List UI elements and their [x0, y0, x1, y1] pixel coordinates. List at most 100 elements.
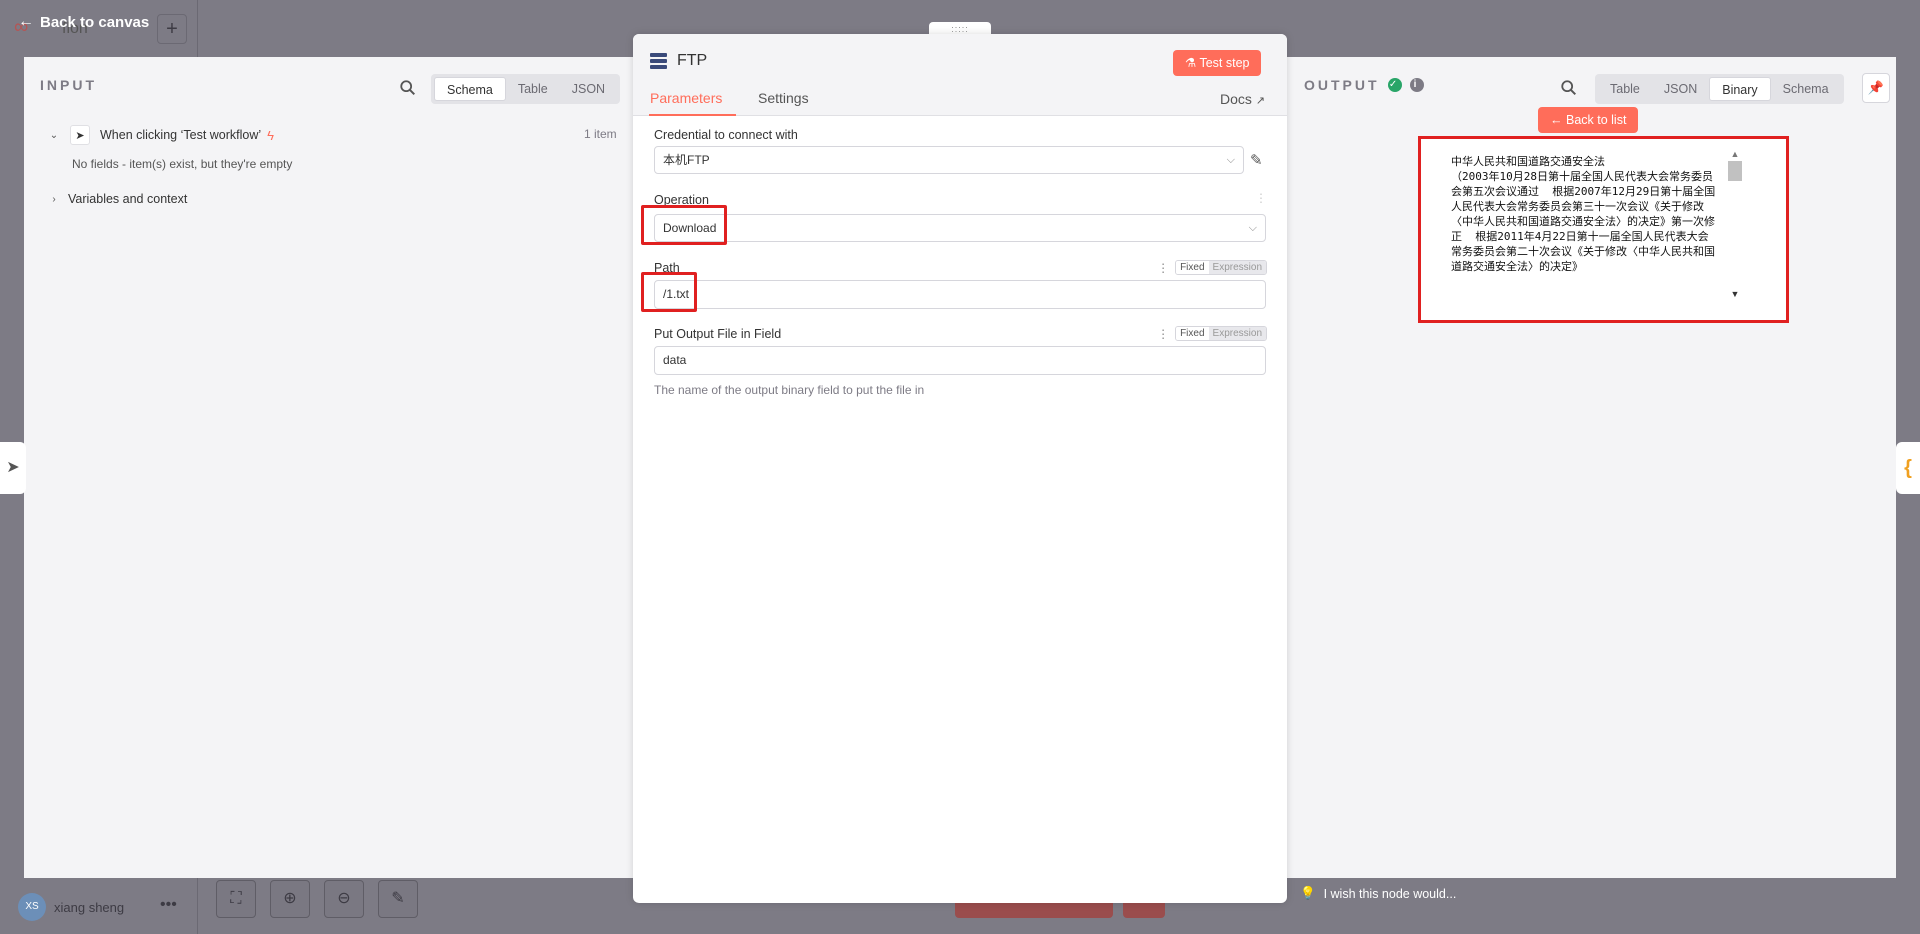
input-view-switch: Schema Table JSON: [431, 74, 621, 104]
node-title[interactable]: FTP: [677, 52, 707, 70]
back-to-list-button[interactable]: ← Back to list: [1538, 107, 1639, 133]
input-view-json[interactable]: JSON: [560, 77, 617, 101]
trigger-node-label: When clicking ‘Test workflow’: [100, 128, 262, 142]
output-panel-toggle[interactable]: {: [1896, 442, 1920, 494]
output-title: OUTPUT: [1304, 77, 1380, 93]
fixed-expression-toggle[interactable]: Fixed Expression: [1175, 260, 1267, 275]
external-link-icon: ↗: [1255, 95, 1266, 107]
scroll-down-icon[interactable]: ▼: [1727, 289, 1743, 299]
input-view-schema[interactable]: Schema: [434, 77, 506, 101]
chevron-down-icon[interactable]: ⌄: [48, 130, 60, 141]
edit-credential-icon[interactable]: ✎: [1250, 151, 1263, 169]
trigger-node-row[interactable]: ⌄ ➤ When clicking ‘Test workflow’ ϟ: [48, 125, 274, 145]
lightbulb-icon: 💡: [1300, 886, 1316, 900]
variables-row[interactable]: › Variables and context: [48, 192, 187, 206]
lightning-icon: ϟ: [267, 127, 275, 143]
output-field-mode-toggle: ⋮ Fixed Expression: [1157, 326, 1267, 341]
fullscreen-icon: ⛶: [230, 890, 242, 907]
tidy-up-button[interactable]: ✎: [378, 880, 418, 918]
arrow-left-icon: ←: [1550, 113, 1566, 127]
zoom-out-button[interactable]: ⊖: [324, 880, 364, 918]
back-to-canvas-button[interactable]: ← Back to canvas: [18, 13, 149, 31]
output-field-input[interactable]: data: [654, 346, 1266, 375]
more-options-icon[interactable]: •••: [160, 896, 177, 914]
input-panel: INPUT Schema Table JSON ⌄ ➤ When clickin…: [24, 57, 634, 878]
tab-parameters[interactable]: Parameters: [649, 90, 737, 116]
user-name: xiang sheng: [54, 899, 125, 915]
input-title: INPUT: [40, 77, 97, 93]
credential-value: 本机FTP: [663, 153, 710, 167]
node-title-row: FTP: [650, 52, 707, 70]
test-step-button[interactable]: ⚗ Test step: [1173, 50, 1262, 76]
docs-label: Docs: [1220, 91, 1252, 107]
credential-label: Credential to connect with: [654, 128, 798, 142]
empty-fields-message: No fields - item(s) exist, but they're e…: [72, 157, 293, 171]
mode-fixed[interactable]: Fixed: [1176, 261, 1209, 274]
credential-select[interactable]: 本机FTP ⌵: [654, 146, 1244, 174]
output-view-switch: Table JSON Binary Schema: [1595, 74, 1844, 104]
output-field-label: Put Output File in Field: [654, 327, 782, 341]
zoom-in-button[interactable]: ⊕: [270, 880, 310, 918]
cursor-icon: ➤: [6, 459, 20, 476]
add-workflow-button[interactable]: +: [157, 14, 187, 44]
operation-options: ⋮: [1255, 191, 1267, 205]
feedback-link[interactable]: 💡 I wish this node would...: [1300, 886, 1456, 901]
flask-icon: ⚗: [1185, 56, 1200, 70]
output-view-table[interactable]: Table: [1598, 77, 1652, 101]
docs-link[interactable]: Docs ↗: [1220, 91, 1265, 107]
kebab-menu-icon[interactable]: ⋮: [1157, 327, 1169, 341]
server-icon: [650, 52, 667, 70]
output-field-value: data: [663, 353, 687, 367]
chevron-down-icon: ⌵: [1226, 154, 1235, 166]
cursor-icon: ➤: [70, 125, 90, 145]
output-field-hint: The name of the output binary field to p…: [654, 383, 925, 397]
fixed-expression-toggle[interactable]: Fixed Expression: [1175, 326, 1267, 341]
zoom-out-icon: ⊖: [337, 890, 351, 907]
search-icon[interactable]: [1560, 79, 1578, 97]
path-mode-toggle: ⋮ Fixed Expression: [1157, 260, 1267, 275]
mode-fixed[interactable]: Fixed: [1176, 327, 1209, 340]
input-view-table[interactable]: Table: [506, 77, 560, 101]
arrow-left-icon: ←: [18, 13, 34, 30]
output-view-json[interactable]: JSON: [1652, 77, 1709, 101]
output-view-schema[interactable]: Schema: [1771, 77, 1841, 101]
braces-icon: {: [1904, 457, 1912, 479]
chevron-right-icon[interactable]: ›: [48, 194, 60, 205]
node-header: FTP ⚗ Test step Parameters Settings Docs…: [633, 34, 1287, 116]
tab-settings[interactable]: Settings: [758, 90, 809, 114]
scroll-up-icon[interactable]: ▲: [1727, 149, 1743, 159]
test-step-label: Test step: [1199, 56, 1250, 70]
back-to-list-label: Back to list: [1565, 113, 1627, 127]
variables-label: Variables and context: [68, 192, 188, 206]
user-menu[interactable]: XS xiang sheng: [18, 893, 124, 921]
output-panel: OUTPUT ✓ i Table JSON Binary Schema 📌 ← …: [1287, 57, 1896, 878]
mode-expression[interactable]: Expression: [1208, 261, 1266, 274]
back-to-canvas-label: Back to canvas: [40, 13, 150, 31]
output-header: OUTPUT ✓ i: [1304, 77, 1424, 93]
avatar: XS: [18, 893, 46, 921]
input-panel-toggle[interactable]: ➤: [0, 442, 26, 494]
kebab-menu-icon[interactable]: ⋮: [1157, 261, 1169, 275]
info-icon[interactable]: i: [1409, 78, 1424, 92]
output-view-binary[interactable]: Binary: [1709, 77, 1771, 101]
success-check-icon: ✓: [1387, 78, 1402, 92]
highlight-operation: [641, 205, 727, 245]
pin-data-button[interactable]: 📌: [1862, 73, 1890, 103]
eraser-icon: ✎: [391, 890, 405, 907]
pin-icon: 📌: [1867, 80, 1885, 95]
mode-expression[interactable]: Expression: [1208, 327, 1266, 340]
binary-scrollbar[interactable]: ▲ ▼: [1727, 149, 1743, 299]
highlight-path: [641, 272, 697, 312]
canvas-toolbar: ⛶ ⊕ ⊖ ✎: [216, 880, 418, 918]
operation-select[interactable]: Download ⌵: [654, 214, 1266, 242]
binary-file-content[interactable]: 中华人民共和国道路交通安全法 （2003年10月28日第十届全国人民代表大会常务…: [1451, 154, 1717, 294]
path-input[interactable]: /1.txt: [654, 280, 1266, 309]
binary-preview: 中华人民共和国道路交通安全法 （2003年10月28日第十届全国人民代表大会常务…: [1418, 136, 1789, 323]
feedback-label: I wish this node would...: [1323, 886, 1457, 901]
kebab-menu-icon[interactable]: ⋮: [1255, 191, 1267, 205]
search-icon[interactable]: [399, 79, 417, 97]
fit-view-button[interactable]: ⛶: [216, 880, 256, 918]
node-details-panel: FTP ⚗ Test step Parameters Settings Docs…: [633, 34, 1287, 903]
scroll-thumb[interactable]: [1728, 161, 1742, 181]
item-count: 1 item: [584, 127, 617, 141]
